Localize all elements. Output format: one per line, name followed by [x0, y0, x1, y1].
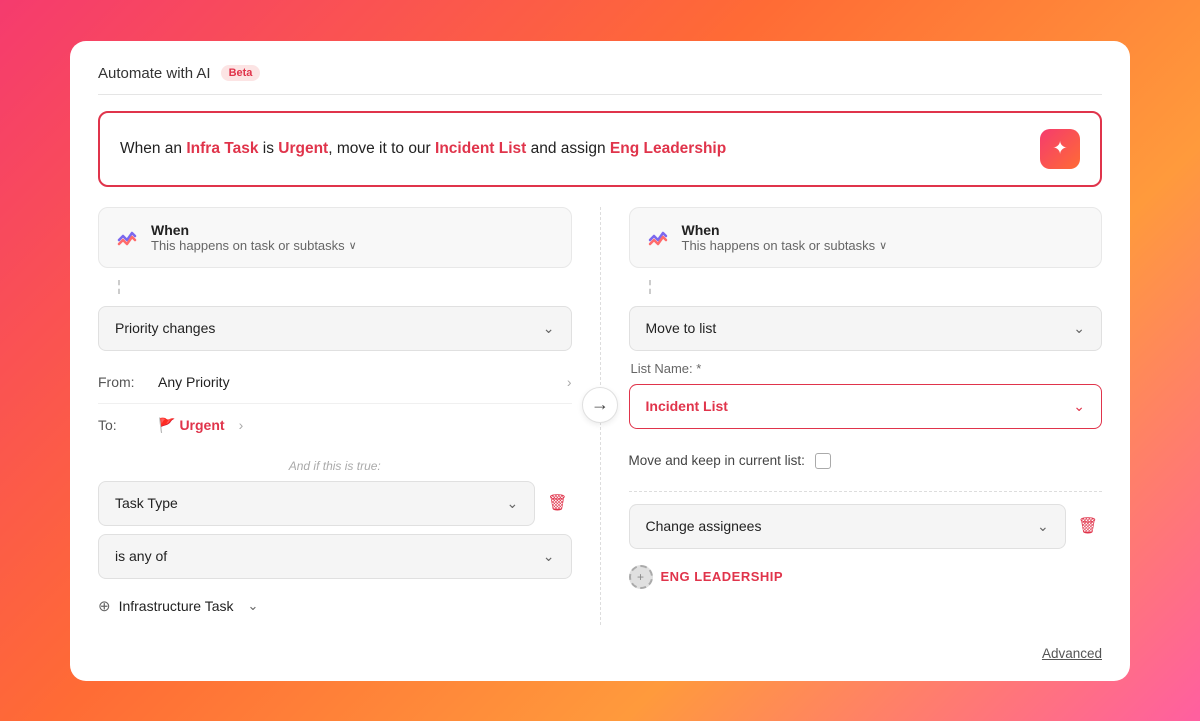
advanced-link[interactable]: Advanced	[1042, 646, 1102, 661]
add-icon: +	[637, 570, 644, 584]
prompt-text: When an Infra Task is Urgent, move it to…	[120, 137, 726, 160]
move-to-list-label: Move to list	[646, 320, 717, 336]
prompt-text-before: When an	[120, 140, 186, 157]
move-keep-checkbox[interactable]	[815, 453, 831, 469]
prompt-urgent: Urgent	[278, 140, 328, 157]
is-any-of-chevron-icon: ⌄	[543, 548, 555, 565]
arrow-connector: →	[582, 387, 618, 423]
right-when-block: When This happens on task or subtasks ∨	[629, 207, 1103, 268]
is-any-of-row: is any of ⌄	[98, 534, 572, 579]
assignees-delete-icon: 🗑	[1078, 516, 1098, 536]
is-any-of-label: is any of	[115, 548, 167, 564]
ai-sparkle-icon: ✦	[1052, 138, 1067, 159]
infra-task-label: Infrastructure Task	[119, 598, 234, 614]
move-to-list-chevron-icon: ⌄	[1073, 320, 1085, 337]
columns-container: When This happens on task or subtasks ∨ …	[98, 207, 1102, 625]
list-name-label: List Name: *	[629, 361, 1103, 376]
task-type-chevron-icon: ⌄	[506, 495, 518, 512]
left-when-info: When This happens on task or subtasks ∨	[151, 222, 357, 253]
right-when-chevron[interactable]: ∨	[879, 239, 887, 252]
left-when-block: When This happens on task or subtasks ∨	[98, 207, 572, 268]
top-bar: Automate with AI Beta	[98, 65, 1102, 95]
from-label: From:	[98, 374, 158, 390]
task-type-delete-icon: 🗑	[547, 493, 567, 513]
and-if-label: And if this is true:	[98, 447, 572, 481]
eng-leadership-label: ENG LEADERSHIP	[661, 569, 784, 584]
assignees-row: Change assignees ⌄ 🗑	[629, 504, 1103, 549]
prompt-text-is: is	[258, 140, 278, 157]
to-label: To:	[98, 417, 158, 433]
right-clickup-icon	[646, 223, 670, 252]
priority-changes-dropdown[interactable]: Priority changes ⌄	[98, 306, 572, 351]
task-type-label: Task Type	[115, 495, 178, 511]
to-row: To: 🚩 Urgent ›	[98, 404, 572, 447]
task-type-row: Task Type ⌄ 🗑	[98, 481, 572, 526]
to-urgent: 🚩 Urgent	[158, 417, 225, 434]
is-any-of-dropdown[interactable]: is any of ⌄	[98, 534, 572, 579]
eng-leadership-row: + ENG LEADERSHIP	[629, 559, 1103, 595]
urgent-flag-icon: 🚩	[158, 417, 175, 434]
left-clickup-icon	[115, 223, 139, 252]
incident-list-label: Incident List	[646, 398, 728, 414]
move-to-list-dropdown[interactable]: Move to list ⌄	[629, 306, 1103, 351]
add-assignee-button[interactable]: +	[629, 565, 653, 589]
assignees-chevron-icon: ⌄	[1037, 518, 1049, 535]
move-keep-row: Move and keep in current list:	[629, 443, 1103, 487]
prompt-eng-leadership: Eng Leadership	[610, 140, 726, 157]
left-when-title: When	[151, 222, 357, 238]
change-assignees-label: Change assignees	[646, 518, 762, 534]
left-column: When This happens on task or subtasks ∨ …	[98, 207, 601, 625]
left-when-sub: This happens on task or subtasks ∨	[151, 238, 357, 253]
arrow-right-icon: →	[591, 394, 609, 415]
ai-generate-button[interactable]: ✦	[1040, 129, 1080, 169]
prompt-infra-task: Infra Task	[186, 140, 258, 157]
prompt-incident-list: Incident List	[435, 140, 526, 157]
from-chevron-icon[interactable]: ›	[567, 374, 572, 390]
prompt-text-assign: and assign	[526, 140, 610, 157]
infra-task-row: ⊕ Infrastructure Task ⌄	[98, 587, 572, 625]
to-chevron-icon[interactable]: ›	[239, 417, 244, 433]
change-assignees-dropdown[interactable]: Change assignees ⌄	[629, 504, 1066, 549]
right-column: When This happens on task or subtasks ∨ …	[601, 207, 1103, 625]
main-card: Automate with AI Beta When an Infra Task…	[70, 41, 1130, 681]
task-type-dropdown[interactable]: Task Type ⌄	[98, 481, 535, 526]
separator	[629, 491, 1103, 492]
right-when-sub: This happens on task or subtasks ∨	[682, 238, 888, 253]
incident-chevron-icon: ⌄	[1073, 398, 1085, 415]
priority-chevron-icon: ⌄	[543, 320, 555, 337]
priority-changes-label: Priority changes	[115, 320, 215, 336]
infra-chevron-icon[interactable]: ⌄	[247, 598, 258, 614]
automate-label: Automate with AI	[98, 65, 211, 82]
right-connector-line	[649, 280, 651, 294]
left-when-chevron[interactable]: ∨	[349, 239, 357, 252]
assignees-delete-button[interactable]: 🗑	[1074, 512, 1102, 540]
globe-icon: ⊕	[98, 597, 111, 615]
left-connector-line	[118, 280, 120, 294]
incident-list-dropdown[interactable]: Incident List ⌄	[629, 384, 1103, 429]
from-row: From: Any Priority ›	[98, 361, 572, 404]
right-when-title: When	[682, 222, 888, 238]
to-value: 🚩 Urgent ›	[158, 417, 572, 434]
from-value: Any Priority ›	[158, 374, 572, 390]
move-keep-text: Move and keep in current list:	[629, 453, 805, 468]
task-type-delete-button[interactable]: 🗑	[543, 489, 571, 517]
prompt-box[interactable]: When an Infra Task is Urgent, move it to…	[98, 111, 1102, 187]
beta-badge: Beta	[221, 65, 261, 81]
prompt-text-move: , move it to our	[328, 140, 435, 157]
right-when-info: When This happens on task or subtasks ∨	[682, 222, 888, 253]
